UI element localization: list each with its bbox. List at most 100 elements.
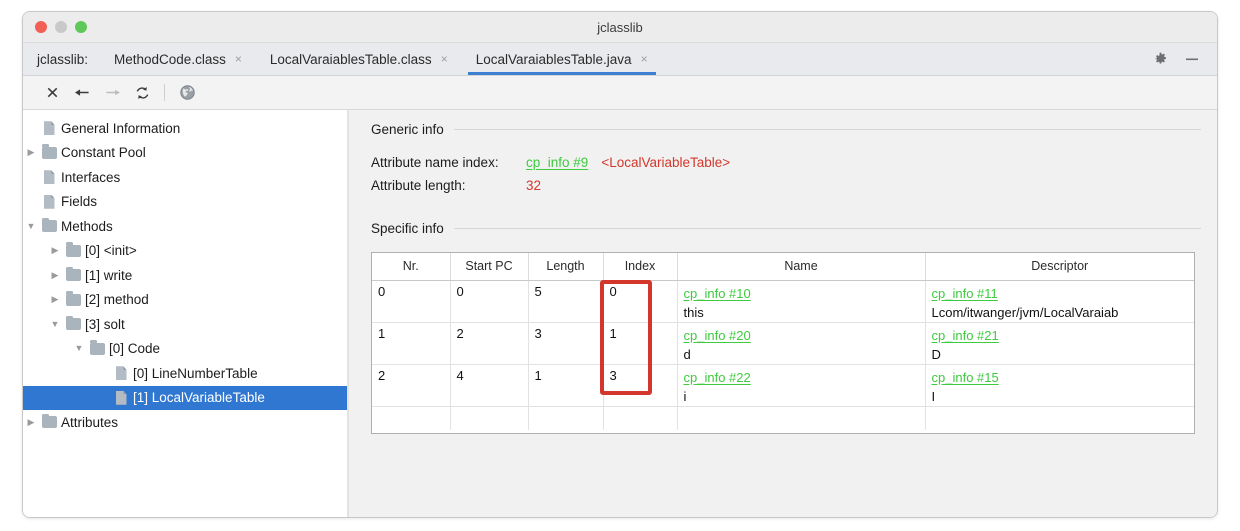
tree-item-label: [3] solt bbox=[85, 316, 125, 332]
table-filler-row bbox=[372, 406, 1194, 430]
generic-info-rows: Attribute name index: cp_info #9 <LocalV… bbox=[371, 155, 1201, 201]
cp-info-link[interactable]: cp_info #11 bbox=[932, 284, 1190, 303]
table-body: 0 0 5 0 cp_info #10 this cp_info #11 Lco… bbox=[372, 280, 1194, 430]
cell-name: cp_info #10 this bbox=[677, 280, 926, 323]
table-header-row: Nr. Start PC Length Index Name Descripto… bbox=[372, 253, 1194, 281]
cell-length: 5 bbox=[528, 280, 604, 323]
tree-item-label: Constant Pool bbox=[61, 145, 146, 161]
cell-length: 3 bbox=[528, 322, 604, 365]
tab-label: LocalVaraiablesTable.java bbox=[475, 51, 632, 67]
close-icon[interactable]: × bbox=[641, 53, 648, 65]
cp-info-link[interactable]: cp_info #21 bbox=[932, 326, 1190, 345]
cell-descriptor: cp_info #21 D bbox=[925, 322, 1194, 365]
close-icon[interactable]: × bbox=[235, 53, 242, 65]
tree-item-general-information[interactable]: General Information bbox=[23, 116, 347, 141]
folder-icon bbox=[63, 266, 83, 282]
descriptor-value: Lcom/itwanger/jvm/LocalVaraiab bbox=[931, 304, 1119, 320]
chevron-down-icon[interactable]: ▼ bbox=[71, 344, 87, 353]
tab-methodcode-class[interactable]: MethodCode.class × bbox=[100, 43, 256, 75]
tree-item-method-1-write[interactable]: ▶ [1] write bbox=[23, 263, 347, 288]
local-variable-table-container[interactable]: Nr. Start PC Length Index Name Descripto… bbox=[371, 252, 1195, 434]
column-header-index[interactable]: Index bbox=[603, 253, 678, 281]
tree-item-label: [0] LineNumberTable bbox=[133, 365, 258, 381]
tree-item-1-localvariabletable[interactable]: [1] LocalVariableTable bbox=[23, 385, 347, 410]
cell-empty bbox=[372, 406, 451, 430]
tree-item-label: General Information bbox=[61, 120, 181, 136]
zoom-window-button[interactable] bbox=[75, 21, 87, 33]
cp-info-link[interactable]: cp_info #15 bbox=[932, 368, 1190, 387]
table-row[interactable]: 1 2 3 1 cp_info #20 d cp_info #21 D bbox=[372, 322, 1194, 365]
main-body: General Information ▶ Constant Pool Inte… bbox=[23, 110, 1217, 517]
table-row[interactable]: 0 0 5 0 cp_info #10 this cp_info #11 Lco… bbox=[372, 280, 1194, 323]
descriptor-value: I bbox=[931, 388, 936, 404]
cell-nr: 1 bbox=[372, 322, 451, 365]
tree-item-fields[interactable]: Fields bbox=[23, 190, 347, 215]
cp-info-link[interactable]: cp_info #20 bbox=[684, 326, 920, 345]
navigation-toolbar bbox=[23, 76, 1217, 110]
tree-item-method-0-init[interactable]: ▶ [0] <init> bbox=[23, 239, 347, 264]
chevron-right-icon[interactable]: ▶ bbox=[47, 295, 63, 304]
descriptor-value: D bbox=[931, 346, 941, 362]
attribute-detail-panel: Generic info Attribute name index: cp_in… bbox=[349, 110, 1217, 517]
tab-localvaraiablestable-class[interactable]: LocalVaraiablesTable.class × bbox=[256, 43, 462, 75]
local-variable-table: Nr. Start PC Length Index Name Descripto… bbox=[372, 253, 1194, 430]
tab-label: MethodCode.class bbox=[114, 51, 226, 67]
attribute-length-value: 32 bbox=[526, 178, 542, 193]
field-label: Attribute length: bbox=[371, 178, 466, 193]
cell-start-pc: 0 bbox=[450, 280, 529, 323]
column-header-length[interactable]: Length bbox=[528, 253, 604, 281]
cell-empty bbox=[450, 406, 529, 430]
cp-info-link[interactable]: cp_info #22 bbox=[684, 368, 920, 387]
globe-icon[interactable] bbox=[172, 80, 202, 106]
chevron-right-icon[interactable]: ▶ bbox=[47, 246, 63, 255]
tree-item-attributes[interactable]: ▶ Attributes bbox=[23, 410, 347, 435]
tree-item-method-2-method[interactable]: ▶ [2] method bbox=[23, 288, 347, 313]
cp-info-link[interactable]: cp_info #10 bbox=[684, 284, 920, 303]
chevron-right-icon[interactable]: ▶ bbox=[47, 270, 63, 280]
tree-item-constant-pool[interactable]: ▶ Constant Pool bbox=[23, 141, 347, 166]
reload-icon[interactable] bbox=[127, 80, 157, 106]
tree-item-method-3-solt[interactable]: ▼ [3] solt bbox=[23, 312, 347, 337]
folder-icon bbox=[39, 413, 59, 429]
tab-bar: jclasslib: MethodCode.class × LocalVarai… bbox=[23, 43, 1217, 76]
window-title: jclasslib bbox=[597, 19, 643, 35]
column-header-name[interactable]: Name bbox=[677, 253, 926, 281]
generic-info-header: Generic info bbox=[371, 122, 1201, 137]
folder-icon bbox=[87, 340, 107, 355]
generic-info-title: Generic info bbox=[371, 122, 444, 137]
chevron-right-icon[interactable]: ▶ bbox=[23, 417, 39, 427]
gear-icon[interactable] bbox=[1153, 52, 1168, 67]
column-header-start-pc[interactable]: Start PC bbox=[450, 253, 529, 281]
tree-item-label: Methods bbox=[61, 218, 113, 234]
tree-item-methods[interactable]: ▼ Methods bbox=[23, 214, 347, 239]
chevron-right-icon[interactable]: ▶ bbox=[23, 148, 39, 157]
tab-localvaraiablestable-java[interactable]: LocalVaraiablesTable.java × bbox=[462, 43, 662, 75]
tabbar-prefix-label: jclasslib: bbox=[37, 51, 89, 67]
back-arrow-icon[interactable] bbox=[67, 80, 97, 106]
tree-item-attribute-0-code[interactable]: ▼ [0] Code bbox=[23, 337, 347, 362]
cp-info-link[interactable]: cp_info #9 bbox=[526, 155, 588, 170]
minimize-icon[interactable] bbox=[1184, 52, 1200, 66]
close-icon[interactable]: × bbox=[441, 53, 448, 65]
section-divider bbox=[453, 228, 1201, 229]
close-icon[interactable] bbox=[37, 80, 67, 106]
tree-item-label: [1] write bbox=[85, 267, 133, 283]
jclasslib-window: jclasslib jclasslib: MethodCode.class × … bbox=[22, 11, 1218, 518]
cell-empty bbox=[925, 406, 1194, 430]
tree-item-label: [0] Code bbox=[109, 341, 161, 357]
tree-item-0-linenumbertable[interactable]: [0] LineNumberTable bbox=[23, 361, 347, 386]
cell-index: 0 bbox=[603, 280, 678, 323]
file-icon bbox=[39, 121, 59, 136]
cell-descriptor: cp_info #15 I bbox=[925, 364, 1194, 407]
table-row[interactable]: 2 4 1 3 cp_info #22 i cp_info #15 I bbox=[372, 364, 1194, 407]
column-header-nr[interactable]: Nr. bbox=[372, 253, 451, 281]
table-header: Nr. Start PC Length Index Name Descripto… bbox=[372, 253, 1194, 281]
chevron-down-icon[interactable]: ▼ bbox=[23, 221, 39, 231]
minimize-window-button[interactable] bbox=[55, 21, 67, 33]
column-header-descriptor[interactable]: Descriptor bbox=[925, 253, 1194, 281]
close-window-button[interactable] bbox=[35, 21, 47, 33]
tree-item-interfaces[interactable]: Interfaces bbox=[23, 165, 347, 190]
chevron-down-icon[interactable]: ▼ bbox=[47, 319, 63, 329]
class-structure-tree[interactable]: General Information ▶ Constant Pool Inte… bbox=[23, 110, 347, 517]
tab-label: LocalVaraiablesTable.class bbox=[269, 51, 432, 67]
